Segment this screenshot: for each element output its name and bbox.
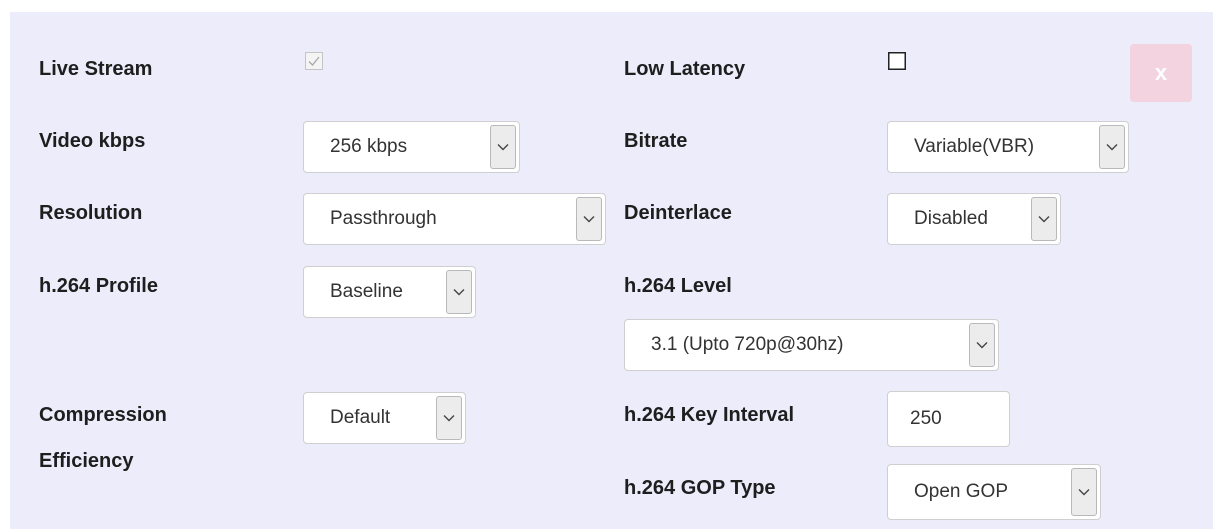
video-kbps-select[interactable]: 256 kbps [303, 121, 520, 173]
h264-level-select[interactable]: 3.1 (Upto 720p@30hz) [624, 319, 999, 371]
chevron-down-icon[interactable] [1071, 468, 1097, 516]
stream-settings-panel [10, 12, 1213, 529]
video-kbps-label: Video kbps [39, 130, 146, 152]
h264-level-value: 3.1 (Upto 720p@30hz) [651, 334, 844, 355]
resolution-select[interactable]: Passthrough [303, 193, 606, 245]
h264-level-label: h.264 Level [624, 275, 732, 297]
bitrate-value: Variable(VBR) [914, 136, 1035, 157]
chevron-down-icon[interactable] [446, 270, 472, 314]
h264-gop-type-label: h.264 GOP Type [624, 477, 776, 499]
deinterlace-label: Deinterlace [624, 202, 732, 224]
close-button[interactable]: x [1130, 44, 1192, 102]
chevron-down-icon[interactable] [969, 323, 995, 367]
deinterlace-select[interactable]: Disabled [887, 193, 1061, 245]
h264-gop-type-select[interactable]: Open GOP [887, 464, 1101, 520]
compression-efficiency-select[interactable]: Default [303, 392, 466, 444]
live-stream-checkbox[interactable] [305, 52, 323, 75]
chevron-down-icon[interactable] [1031, 197, 1057, 241]
checkmark-icon [305, 52, 323, 70]
h264-gop-type-value: Open GOP [914, 481, 1008, 502]
h264-key-interval-input[interactable]: 250 [887, 391, 1010, 447]
chevron-down-icon[interactable] [1099, 125, 1125, 169]
video-kbps-value: 256 kbps [330, 136, 408, 157]
resolution-label: Resolution [39, 202, 143, 224]
low-latency-checkbox[interactable] [888, 52, 906, 75]
resolution-value: Passthrough [330, 208, 437, 229]
checkbox-empty-icon [888, 52, 906, 70]
low-latency-label: Low Latency [624, 58, 746, 80]
live-stream-label: Live Stream [39, 58, 153, 80]
compression-efficiency-label-line2: Efficiency [39, 450, 134, 472]
chevron-down-icon[interactable] [576, 197, 602, 241]
h264-key-interval-label: h.264 Key Interval [624, 404, 795, 426]
chevron-down-icon[interactable] [490, 125, 516, 169]
chevron-down-icon[interactable] [436, 396, 462, 440]
h264-profile-select[interactable]: Baseline [303, 266, 476, 318]
compression-efficiency-label-line1: Compression [39, 404, 167, 426]
bitrate-select[interactable]: Variable(VBR) [887, 121, 1129, 173]
h264-profile-label: h.264 Profile [39, 275, 158, 297]
bitrate-label: Bitrate [624, 130, 688, 152]
close-icon: x [1154, 60, 1168, 85]
